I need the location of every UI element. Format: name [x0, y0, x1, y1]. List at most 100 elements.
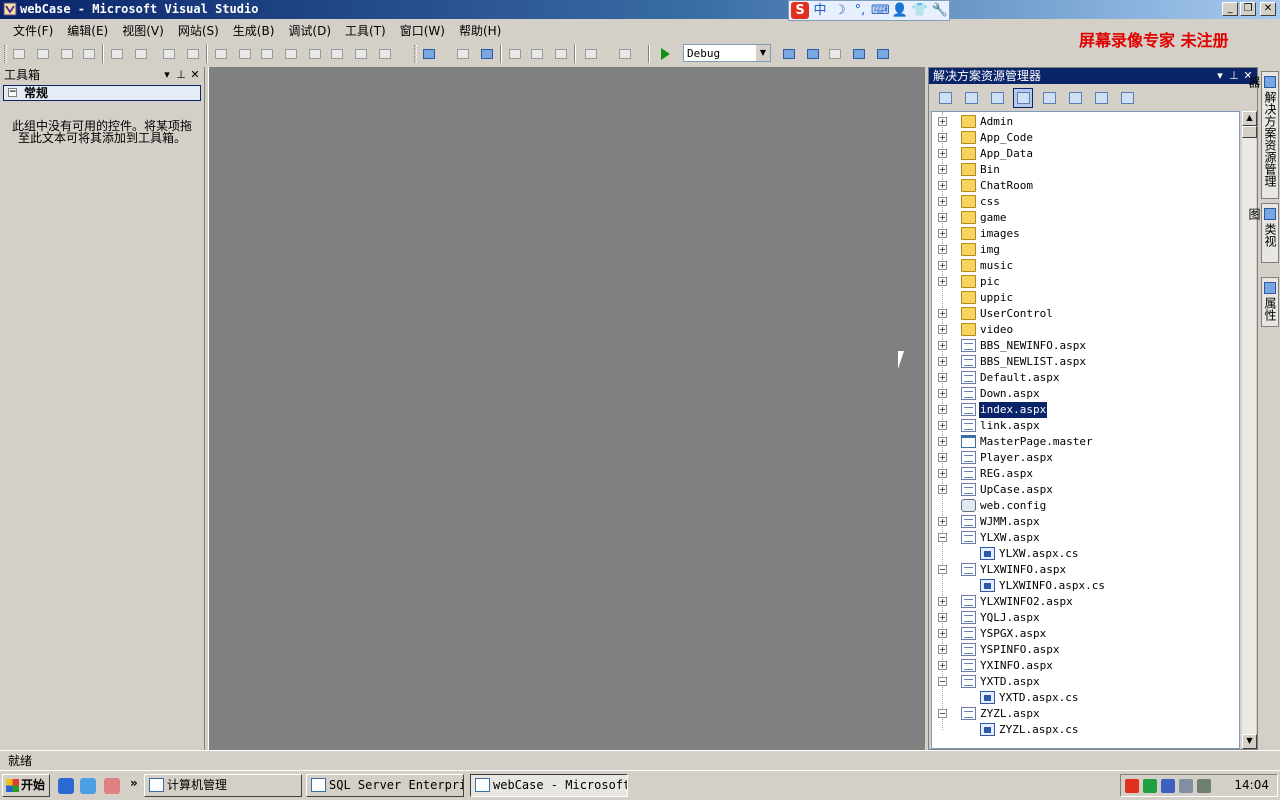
network-icon[interactable] — [1143, 779, 1157, 793]
tab-class-view[interactable]: 类视图 — [1247, 203, 1279, 263]
tree-item[interactable]: + YQLJ.aspx — [932, 610, 1237, 626]
tree-item[interactable]: + YLXWINFO2.aspx — [932, 594, 1237, 610]
expand-icon[interactable]: + — [938, 261, 947, 270]
tree-item[interactable]: + game — [932, 210, 1237, 226]
collapse-icon[interactable]: − — [938, 709, 947, 718]
tree-item[interactable]: + css — [932, 194, 1237, 210]
view-code-button[interactable] — [1039, 88, 1059, 108]
menu-view[interactable]: 视图(V) — [115, 22, 171, 39]
indent-icon[interactable] — [108, 45, 126, 63]
cut-icon[interactable] — [506, 45, 524, 63]
expand-icon[interactable]: + — [938, 165, 947, 174]
toolbox-category-general[interactable]: − 常规 — [3, 85, 201, 101]
expand-icon[interactable]: + — [938, 181, 947, 190]
numbering-icon[interactable] — [184, 45, 202, 63]
pin-icon[interactable]: ⊥ — [174, 67, 188, 83]
expand-icon[interactable]: + — [938, 485, 947, 494]
expand-icon[interactable]: + — [938, 613, 947, 622]
minimize-button[interactable]: _ — [1222, 2, 1238, 16]
comment-show-icon[interactable] — [376, 45, 394, 63]
ime-toolbar[interactable]: S 中 ☽ °, ⌨ 👤 👕 🔧 — [788, 0, 950, 21]
expand-icon[interactable]: + — [938, 245, 947, 254]
toolbar-grip[interactable] — [4, 45, 7, 63]
expand-icon[interactable]: + — [938, 341, 947, 350]
menu-help[interactable]: 帮助(H) — [452, 22, 508, 39]
outdent-icon[interactable] — [132, 45, 150, 63]
close-button[interactable]: ✕ — [1260, 2, 1276, 16]
menu-website[interactable]: 网站(S) — [171, 22, 226, 39]
class-diagram-button[interactable] — [1117, 88, 1137, 108]
expand-icon[interactable]: + — [938, 469, 947, 478]
tree-item[interactable]: + App_Data — [932, 146, 1237, 162]
tree-item[interactable]: + REG.aspx — [932, 466, 1237, 482]
comment-reply-icon[interactable] — [328, 45, 346, 63]
pin-icon[interactable]: ⊥ — [1227, 68, 1241, 84]
window-position-icon[interactable]: ▾ — [160, 67, 174, 83]
save-icon[interactable] — [454, 45, 472, 63]
comment-resolve-icon[interactable] — [352, 45, 370, 63]
menu-edit[interactable]: 编辑(E) — [60, 22, 115, 39]
copy-website-button[interactable] — [961, 88, 981, 108]
undo-icon[interactable] — [582, 45, 600, 63]
toolbox-icon[interactable] — [874, 45, 892, 63]
paste-icon[interactable] — [552, 45, 570, 63]
tree-item[interactable]: + BBS_NEWLIST.aspx — [932, 354, 1237, 370]
expand-icon[interactable]: + — [938, 325, 947, 334]
align-icon[interactable] — [58, 45, 76, 63]
expand-icon[interactable]: + — [938, 405, 947, 414]
scroll-down-icon[interactable]: ▼ — [1242, 734, 1257, 749]
expand-icon[interactable]: + — [938, 629, 947, 638]
bullets-icon[interactable] — [160, 45, 178, 63]
scroll-up-icon[interactable]: ▲ — [1242, 111, 1257, 126]
comment-new-icon[interactable] — [236, 45, 254, 63]
expand-icon[interactable]: + — [938, 453, 947, 462]
expand-icon[interactable]: + — [938, 373, 947, 382]
solution-tree[interactable]: + Admin + App_Code + App_Data + Bin + ChatRoom + cs… — [931, 111, 1240, 749]
tree-item[interactable]: + Player.aspx — [932, 450, 1237, 466]
expand-icon[interactable]: + — [938, 645, 947, 654]
sql-agent-icon[interactable] — [1197, 779, 1211, 793]
task-sql-server[interactable]: SQL Server Enterpri... — [306, 774, 464, 797]
expand-icon[interactable]: + — [938, 277, 947, 286]
collapse-icon[interactable]: − — [8, 88, 17, 97]
expand-icon[interactable]: + — [938, 213, 947, 222]
quick-launch-chevron-icon[interactable]: » — [130, 776, 138, 790]
task-computer-management[interactable]: 计算机管理 — [144, 774, 302, 797]
scroll-thumb[interactable] — [1242, 126, 1257, 138]
tree-item[interactable]: + UserControl — [932, 306, 1237, 322]
view-designer-button[interactable] — [1065, 88, 1085, 108]
refresh-button[interactable] — [987, 88, 1007, 108]
expand-icon[interactable]: + — [938, 117, 947, 126]
tree-scrollbar[interactable]: ▲ ▼ — [1241, 111, 1257, 749]
tree-item[interactable]: + MasterPage.master — [932, 434, 1237, 450]
document-area[interactable] — [208, 67, 925, 750]
tree-item[interactable]: + ChatRoom — [932, 178, 1237, 194]
expand-icon[interactable]: + — [938, 229, 947, 238]
tree-item[interactable]: + Admin — [932, 114, 1237, 130]
collapse-icon[interactable]: − — [938, 565, 947, 574]
redo-icon[interactable] — [616, 45, 634, 63]
text-size-icon[interactable] — [80, 45, 98, 63]
solution-configuration-select[interactable]: Debug ▼ — [683, 44, 771, 62]
toolbox-header[interactable]: 工具箱 ▾ ⊥ ✕ — [0, 67, 204, 83]
tree-item[interactable]: + YSPGX.aspx — [932, 626, 1237, 642]
tree-item[interactable]: + UpCase.aspx — [932, 482, 1237, 498]
comment-icon[interactable] — [212, 45, 230, 63]
expand-icon[interactable]: + — [938, 149, 947, 158]
copy-format-icon[interactable] — [34, 45, 52, 63]
object-browser-icon[interactable] — [850, 45, 868, 63]
copy-icon[interactable] — [528, 45, 546, 63]
tree-item[interactable]: + video — [932, 322, 1237, 338]
expand-icon[interactable]: + — [938, 133, 947, 142]
tree-item[interactable]: web.config — [932, 498, 1237, 514]
tree-item[interactable]: + img — [932, 242, 1237, 258]
tree-item[interactable]: uppic — [932, 290, 1237, 306]
comment-prev-icon[interactable] — [258, 45, 276, 63]
properties-button[interactable] — [935, 88, 955, 108]
start-debug-button[interactable] — [656, 45, 674, 63]
expand-icon[interactable]: + — [938, 309, 947, 318]
comment-delete-icon[interactable] — [306, 45, 324, 63]
menu-window[interactable]: 窗口(W) — [393, 22, 452, 39]
internet-explorer-icon[interactable] — [58, 778, 74, 794]
tree-item[interactable]: + images — [932, 226, 1237, 242]
